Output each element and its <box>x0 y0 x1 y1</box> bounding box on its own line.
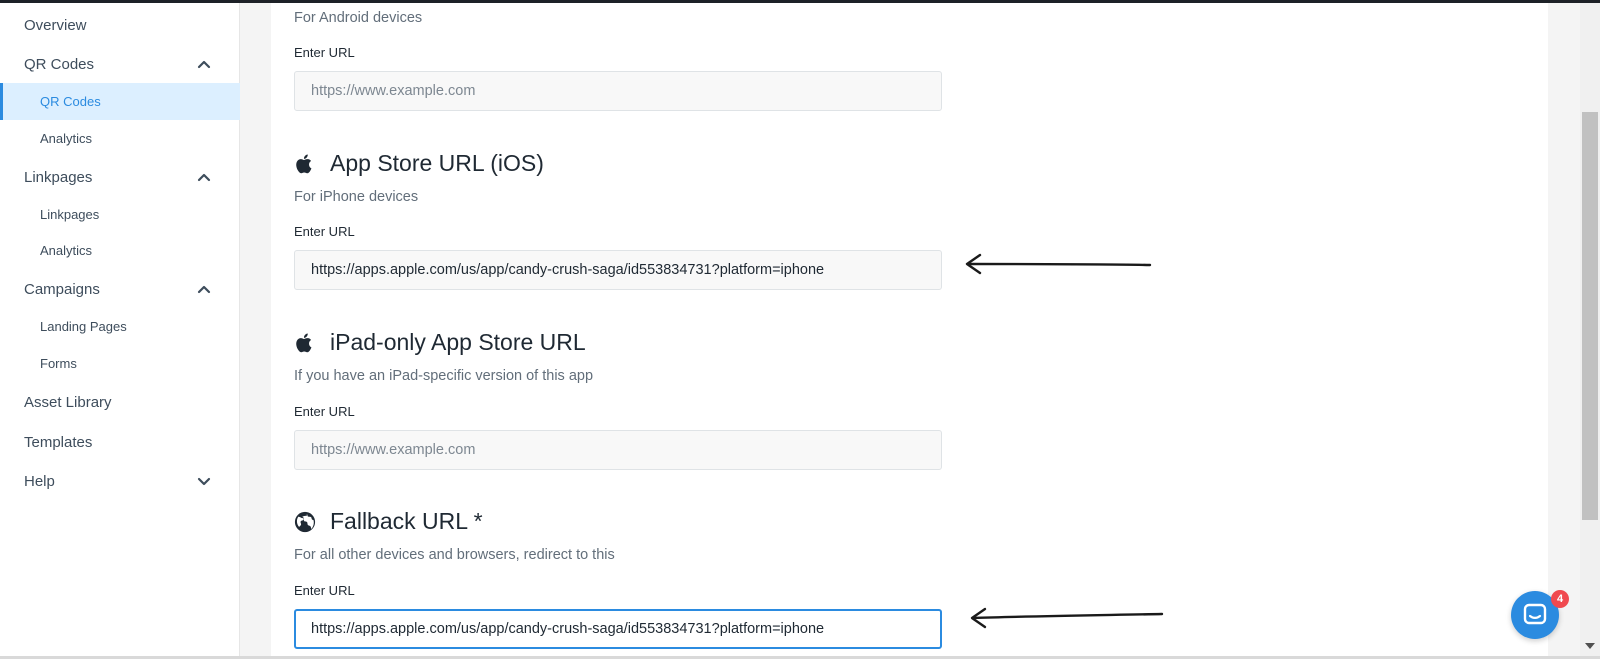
fallback-title-text: Fallback URL * <box>330 508 483 534</box>
chevron-down-icon <box>197 477 211 486</box>
ipad-enter-url-label: Enter URL <box>294 404 355 419</box>
sidebar-subitem-qr-codes[interactable]: QR Codes <box>0 83 240 120</box>
sidebar-item-asset-library[interactable]: Asset Library <box>0 383 240 421</box>
chat-icon <box>1523 603 1547 625</box>
sidebar-subitem-label: Analytics <box>40 243 93 258</box>
android-subtitle: For Android devices <box>294 10 423 26</box>
sidebar-item-label: Overview <box>24 16 87 34</box>
sidebar-subitem-linkpages[interactable]: Linkpages <box>0 196 240 233</box>
ipad-title-text: iPad-only App Store URL <box>330 329 586 355</box>
sidebar-subitem-label: QR Codes <box>40 94 101 109</box>
ios-enter-url-label: Enter URL <box>294 224 355 239</box>
ios-section-title: App Store URL (iOS) <box>294 150 544 177</box>
sidebar: Overview QR Codes QR Codes Analytics Lin… <box>0 3 240 659</box>
sidebar-item-label: Templates <box>24 433 93 451</box>
sidebar-subitem-label: Linkpages <box>40 207 100 222</box>
ios-url-input[interactable] <box>294 250 942 290</box>
chevron-up-icon <box>197 60 211 69</box>
ipad-url-input[interactable] <box>294 430 942 470</box>
sidebar-item-help[interactable]: Help <box>0 462 240 500</box>
apple-icon <box>296 153 312 173</box>
sidebar-item-linkpages[interactable]: Linkpages <box>0 158 240 196</box>
sidebar-subitem-label: Forms <box>40 356 77 371</box>
sidebar-subitem-qr-analytics[interactable]: Analytics <box>0 120 240 157</box>
sidebar-item-label: Campaigns <box>24 280 100 298</box>
scrollbar-thumb[interactable] <box>1582 112 1598 520</box>
sidebar-subitem-forms[interactable]: Forms <box>0 345 240 382</box>
android-enter-url-label: Enter URL <box>294 45 355 60</box>
sidebar-item-label: Asset Library <box>24 393 112 411</box>
annotation-arrow-icon <box>970 607 1164 629</box>
ios-title-text: App Store URL (iOS) <box>330 150 544 176</box>
sidebar-subitem-linkpages-analytics[interactable]: Analytics <box>0 232 240 269</box>
fallback-url-input[interactable] <box>294 609 942 649</box>
sidebar-subitem-landing-pages[interactable]: Landing Pages <box>0 308 240 345</box>
sidebar-item-overview[interactable]: Overview <box>0 6 240 44</box>
chevron-up-icon <box>197 173 211 182</box>
sidebar-item-campaigns[interactable]: Campaigns <box>0 270 240 308</box>
ipad-section-title: iPad-only App Store URL <box>294 329 586 356</box>
android-url-input[interactable] <box>294 71 942 111</box>
scroll-down-arrow-icon[interactable] <box>1584 641 1596 651</box>
sidebar-item-label: Linkpages <box>24 168 93 186</box>
globe-icon <box>294 511 316 532</box>
fallback-enter-url-label: Enter URL <box>294 583 355 598</box>
apple-icon <box>296 332 312 352</box>
sidebar-subitem-label: Landing Pages <box>40 319 127 334</box>
fallback-subtitle: For all other devices and browsers, redi… <box>294 547 615 563</box>
sidebar-item-qr-codes[interactable]: QR Codes <box>0 45 240 83</box>
sidebar-item-label: Help <box>24 472 55 490</box>
ios-subtitle: For iPhone devices <box>294 189 419 205</box>
chat-notification-badge: 4 <box>1551 590 1569 608</box>
sidebar-subitem-label: Analytics <box>40 131 93 146</box>
annotation-arrow-icon <box>965 253 1152 275</box>
fallback-section-title: Fallback URL * <box>294 508 483 535</box>
ipad-subtitle: If you have an iPad-specific version of … <box>294 368 594 384</box>
sidebar-item-templates[interactable]: Templates <box>0 423 240 461</box>
chevron-up-icon <box>197 285 211 294</box>
sidebar-item-label: QR Codes <box>24 55 95 73</box>
